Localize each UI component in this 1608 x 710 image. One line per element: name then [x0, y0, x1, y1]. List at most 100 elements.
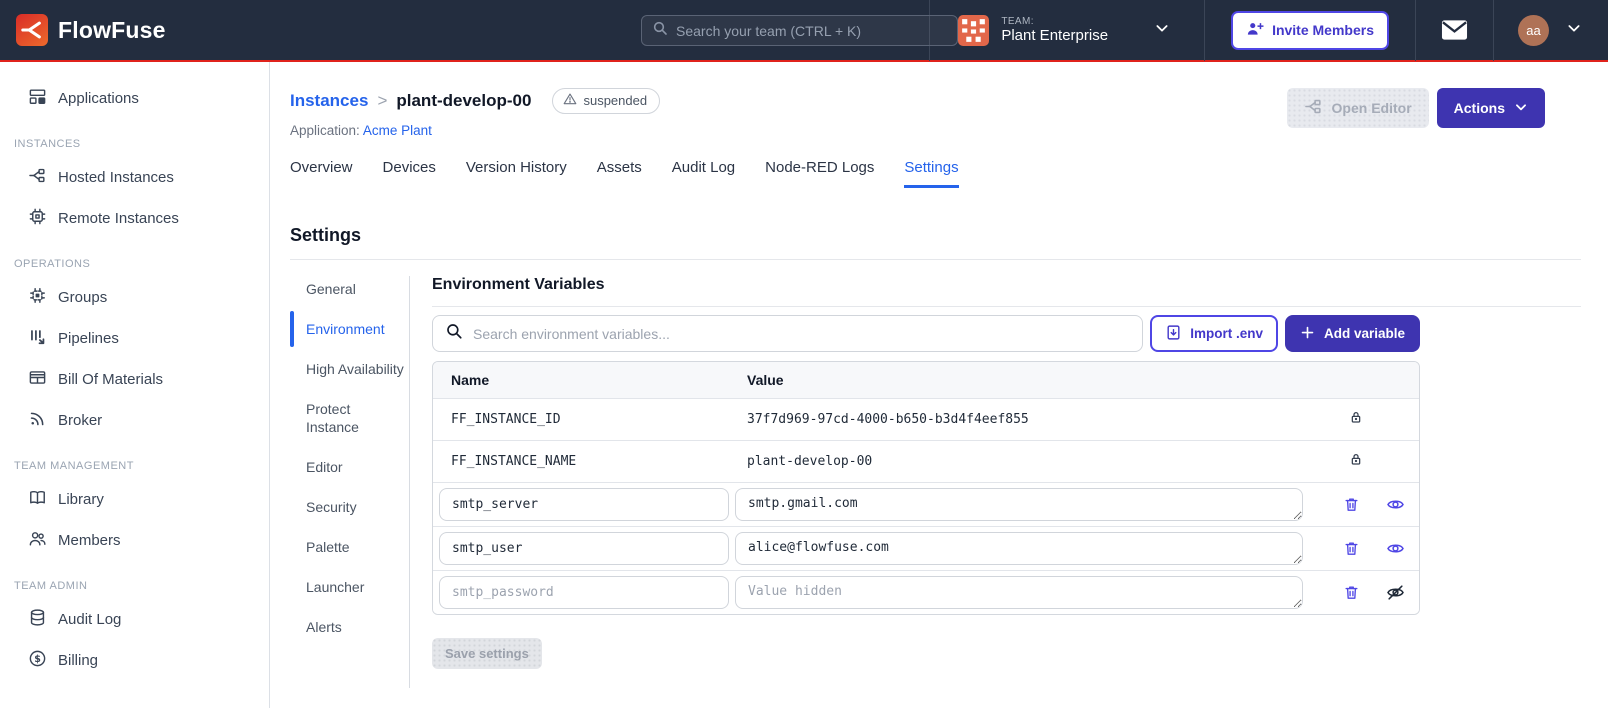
sidebar-section-team-admin: TEAM ADMIN	[14, 580, 88, 592]
delete-variable-button[interactable]	[1343, 584, 1360, 601]
add-variable-button[interactable]: Add variable	[1284, 315, 1420, 352]
actions-label: Actions	[1453, 100, 1505, 116]
sidebar-item-members[interactable]: Members	[0, 520, 269, 561]
application-label: Application:	[290, 123, 360, 138]
env-value-input[interactable]: smtp.gmail.com	[735, 488, 1303, 521]
top-nav: FlowFuse TE	[0, 0, 1608, 62]
notifications-mail-icon[interactable]	[1441, 19, 1468, 41]
settings-nav-editor[interactable]: Editor	[290, 458, 406, 476]
team-search-input[interactable]	[676, 22, 947, 39]
env-name-input[interactable]	[439, 532, 729, 565]
flowfuse-logo-icon	[16, 14, 48, 46]
settings-nav-palette[interactable]: Palette	[290, 538, 406, 556]
status-badge-label: suspended	[583, 93, 648, 108]
search-icon	[652, 20, 668, 41]
tab-devices[interactable]: Devices	[383, 159, 436, 188]
settings-nav-launcher[interactable]: Launcher	[290, 578, 406, 596]
breadcrumb-instances-link[interactable]: Instances	[290, 91, 368, 111]
tab-overview[interactable]: Overview	[290, 159, 353, 188]
table-row: FF_INSTANCE_NAME plant-develop-00	[433, 441, 1419, 483]
env-search-input[interactable]	[473, 325, 1131, 342]
settings-nav-alerts[interactable]: Alerts	[290, 618, 406, 636]
chevron-down-icon	[1566, 20, 1582, 41]
settings-nav-environment[interactable]: Environment	[290, 311, 406, 347]
env-variables-heading: Environment Variables	[432, 276, 1581, 307]
svg-text:$: $	[34, 654, 41, 665]
eye-icon[interactable]	[1386, 495, 1405, 514]
table-row	[433, 571, 1419, 614]
table-row: FF_INSTANCE_ID 37f7d969-97cd-4000-b650-b…	[433, 399, 1419, 441]
broker-icon	[28, 409, 47, 432]
applications-icon	[28, 87, 47, 110]
settings-heading: Settings	[290, 225, 362, 245]
eye-off-icon[interactable]	[1386, 583, 1405, 602]
sidebar-section-operations: OPERATIONS	[14, 258, 91, 270]
settings-nav-general[interactable]: General	[290, 280, 406, 298]
tab-node-red-logs[interactable]: Node-RED Logs	[765, 159, 874, 188]
team-search[interactable]	[641, 15, 958, 46]
remote-instances-icon	[28, 207, 47, 230]
sidebar-item-label: Broker	[58, 412, 103, 429]
sidebar-item-label: Applications	[58, 90, 139, 107]
chevron-down-icon	[1154, 20, 1170, 41]
sidebar-item-label: Groups	[58, 289, 108, 306]
tab-version-history[interactable]: Version History	[466, 159, 567, 188]
sidebar-item-broker[interactable]: Broker	[0, 400, 269, 441]
column-name: Name	[451, 372, 490, 388]
eye-icon[interactable]	[1386, 539, 1405, 558]
brand[interactable]: FlowFuse	[0, 14, 166, 46]
env-search[interactable]	[432, 315, 1144, 352]
open-editor-button[interactable]: Open Editor	[1286, 88, 1429, 128]
user-menu[interactable]: aa	[1493, 0, 1608, 61]
sidebar-item-applications[interactable]: Applications	[0, 78, 269, 119]
sidebar-item-label: Pipelines	[58, 330, 119, 347]
env-name-input[interactable]	[439, 488, 729, 521]
import-env-label: Import .env	[1190, 326, 1263, 341]
page-title: plant-develop-00	[396, 91, 532, 110]
sidebar-item-groups[interactable]: Groups	[0, 277, 269, 318]
add-variable-label: Add variable	[1323, 326, 1405, 341]
env-variables-table: Name Value FF_INSTANCE_ID 37f7d969-97cd-…	[432, 361, 1420, 615]
settings-nav-security[interactable]: Security	[290, 498, 406, 516]
sidebar-item-audit-log[interactable]: Audit Log	[0, 599, 269, 640]
application-link[interactable]: Acme Plant	[363, 123, 432, 138]
table-row: smtp.gmail.com	[433, 483, 1419, 527]
delete-variable-button[interactable]	[1343, 540, 1360, 557]
warning-icon	[563, 92, 577, 109]
env-value-input[interactable]	[735, 576, 1303, 609]
tab-assets[interactable]: Assets	[597, 159, 642, 188]
sidebar-item-remote-instances[interactable]: Remote Instances	[0, 198, 269, 239]
sidebar-item-library[interactable]: Library	[0, 479, 269, 520]
sidebar-item-hosted-instances[interactable]: Hosted Instances	[0, 157, 269, 198]
env-value-input[interactable]: alice@flowfuse.com	[735, 532, 1303, 565]
tab-audit-log[interactable]: Audit Log	[672, 159, 735, 188]
actions-button[interactable]: Actions	[1436, 88, 1545, 128]
sidebar-section-instances: INSTANCES	[14, 138, 81, 150]
team-avatar	[958, 14, 990, 46]
editor-fork-icon	[1304, 97, 1323, 119]
delete-variable-button[interactable]	[1343, 496, 1360, 513]
sidebar-item-bill-of-materials[interactable]: Bill Of Materials	[0, 359, 269, 400]
lock-icon	[1348, 451, 1364, 472]
settings-nav-high-availability[interactable]: High Availability	[290, 360, 406, 378]
plus-icon	[1300, 325, 1315, 343]
invite-members-button[interactable]: Invite Members	[1231, 10, 1389, 50]
import-file-icon	[1165, 324, 1182, 344]
search-icon	[445, 322, 463, 345]
sidebar-item-billing[interactable]: $ Billing	[0, 640, 269, 681]
settings-nav-protect-instance[interactable]: Protect Instance	[290, 400, 406, 436]
user-avatar: aa	[1518, 14, 1549, 46]
env-name: FF_INSTANCE_ID	[451, 412, 561, 427]
tab-settings[interactable]: Settings	[904, 159, 959, 188]
sidebar-item-pipelines[interactable]: Pipelines	[0, 318, 269, 359]
column-value: Value	[747, 372, 784, 388]
import-env-button[interactable]: Import .env	[1150, 315, 1278, 352]
save-settings-button[interactable]: Save settings	[432, 638, 542, 669]
status-badge: suspended	[552, 88, 661, 114]
pipelines-icon	[28, 327, 47, 350]
env-name-input[interactable]	[439, 576, 729, 609]
breadcrumb: Instances > plant-develop-00 suspended	[290, 88, 661, 114]
breadcrumb-separator: >	[377, 91, 388, 110]
team-selector[interactable]: TEAM: Plant Enterprise	[929, 0, 1204, 61]
open-editor-label: Open Editor	[1331, 100, 1412, 116]
